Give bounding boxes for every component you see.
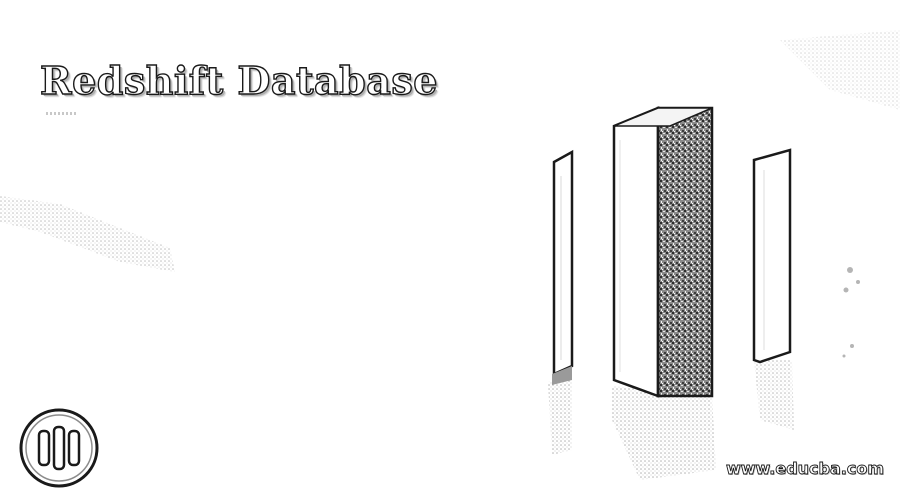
right-edge-marks	[842, 267, 860, 358]
title-underline	[46, 112, 76, 115]
center-rack-icon	[612, 106, 714, 398]
dotted-streak	[0, 196, 175, 272]
educba-logo-icon	[19, 408, 99, 488]
left-rack-icon	[552, 149, 574, 385]
corner-haze	[780, 30, 900, 110]
banner-title: Redshift Database	[39, 57, 438, 103]
right-rack-icon	[752, 148, 792, 364]
site-url: www.educba.com	[725, 459, 884, 479]
